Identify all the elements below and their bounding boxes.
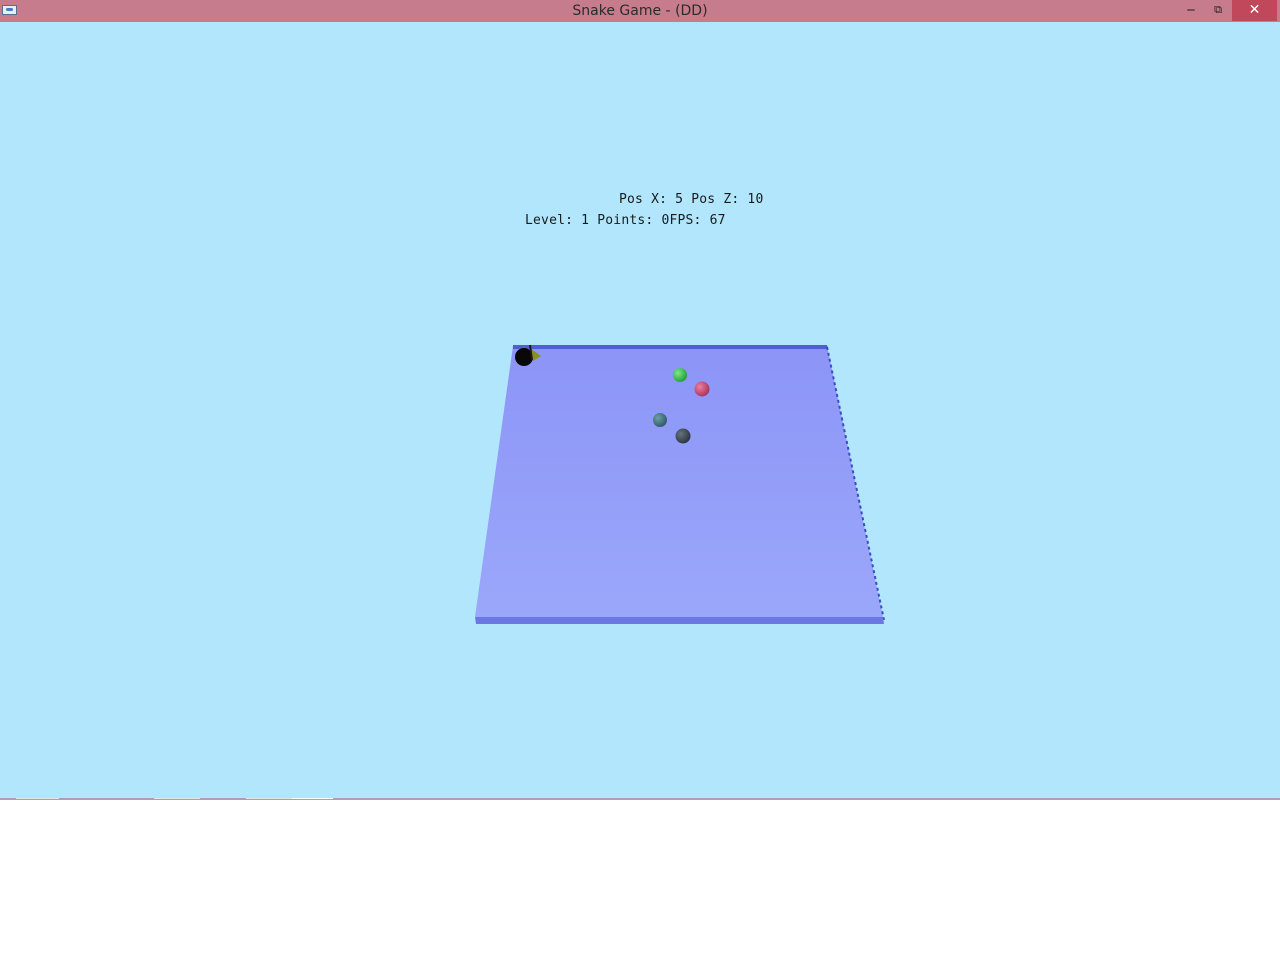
- game-scene: [475, 344, 885, 624]
- border-segment: [292, 798, 333, 799]
- game-board: [475, 346, 883, 617]
- window-title: Snake Game - (DD): [572, 3, 708, 19]
- food-pink: [694, 381, 710, 397]
- restore-button[interactable]: ⧉: [1205, 0, 1231, 21]
- food-slate: [675, 428, 691, 444]
- border-segment: [154, 798, 200, 799]
- border-segment: [16, 798, 59, 799]
- minimize-button[interactable]: ‒: [1178, 0, 1204, 21]
- title-bar[interactable]: Snake Game - (DD) ‒ ⧉ ✕: [0, 0, 1280, 22]
- board-back-edge: [513, 345, 828, 349]
- border-segment: [246, 798, 292, 799]
- game-viewport[interactable]: Pos X: 5 Pos Z: 10 Level: 1 Points: 0FPS…: [0, 22, 1280, 798]
- board-front-edge: [475, 617, 884, 624]
- food-green: [673, 368, 687, 382]
- game-window: Snake Game - (DD) ‒ ⧉ ✕ Pos X: 5 Pos Z: …: [0, 0, 1280, 800]
- close-button[interactable]: ✕: [1232, 0, 1277, 21]
- food-teal: [653, 413, 667, 427]
